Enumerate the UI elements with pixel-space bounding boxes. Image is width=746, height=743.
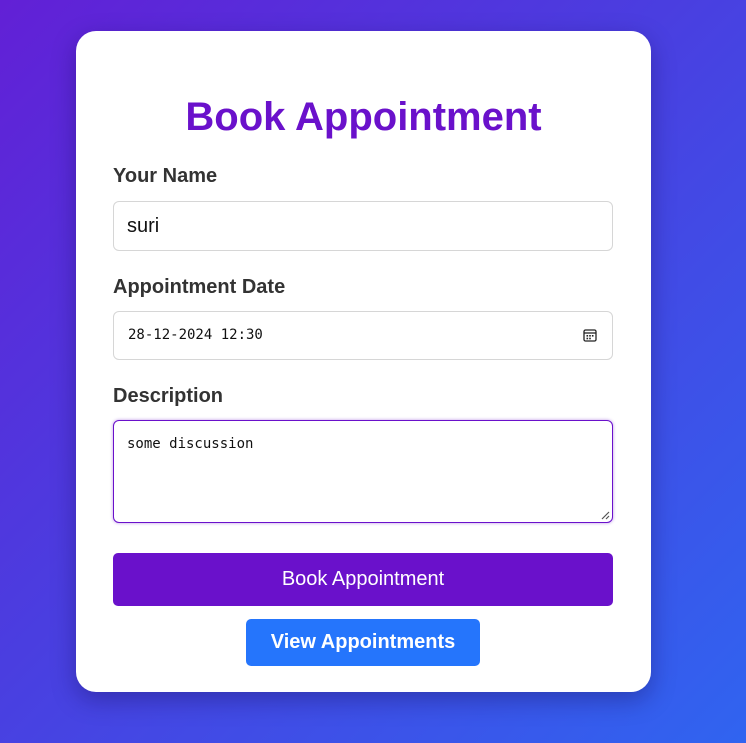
name-label: Your Name [113,165,218,187]
name-input[interactable]: suri [113,201,613,251]
calendar-icon[interactable] [583,328,597,342]
date-input[interactable]: 28-12-2024 12:30 [113,311,613,360]
date-input-value: 28-12-2024 12:30 [128,327,263,343]
resize-handle-icon[interactable] [600,510,610,520]
view-appointments-button[interactable]: View Appointments [246,619,480,666]
name-input-value: suri [127,215,160,237]
description-label: Description [113,385,224,407]
appointment-card: Book Appointment Your Name suri Appointm… [76,31,651,692]
description-textarea[interactable]: some discussion [113,420,613,523]
page-title: Book Appointment [185,95,542,139]
book-appointment-button[interactable]: Book Appointment [113,553,613,606]
description-value: some discussion [127,436,254,452]
date-label: Appointment Date [113,276,286,298]
